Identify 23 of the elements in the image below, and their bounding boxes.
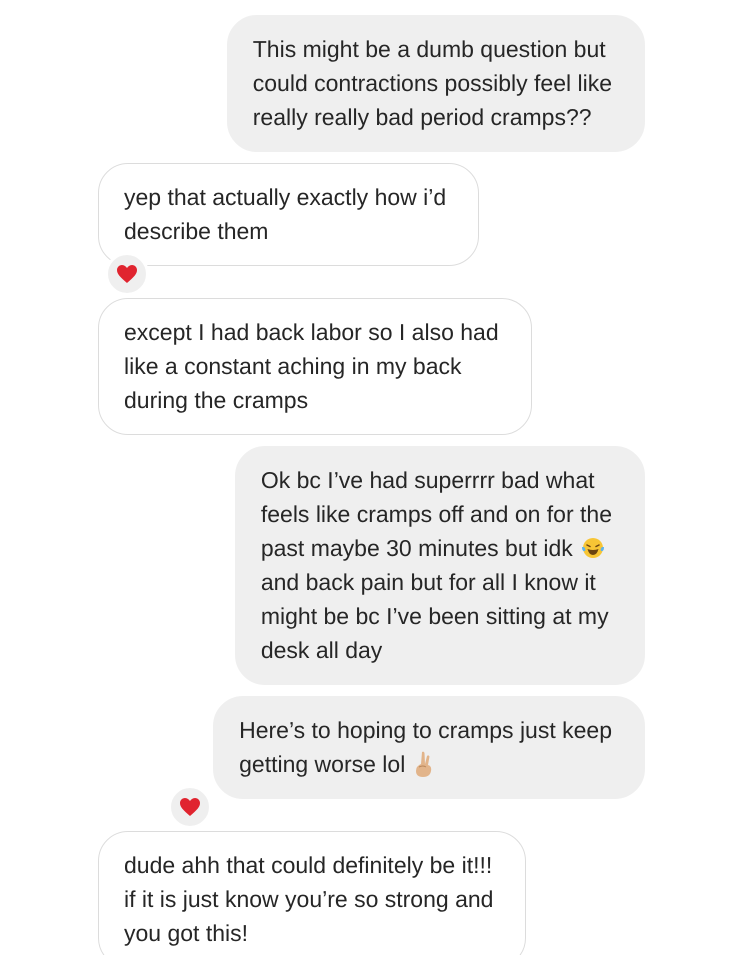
- message-text: might be bc I’ve been sitting at my: [260, 602, 609, 631]
- message-text: This might be a dumb question but: [252, 35, 606, 64]
- heart-icon: [179, 797, 201, 817]
- message-text: during the cramps: [124, 386, 308, 415]
- message-text: could contractions possibly feel like: [252, 69, 612, 98]
- laughing-face-icon: [580, 536, 605, 560]
- message-text: Here’s to hoping to cramps just keep: [239, 716, 612, 745]
- crossed-fingers-icon: [413, 750, 434, 778]
- message-text: if it is just know you’re so strong and: [124, 885, 494, 914]
- message-text: you got this!: [124, 919, 248, 948]
- message-text: Ok bc I’ve had superrrr bad what: [260, 466, 595, 495]
- message-text: really really bad period cramps??: [252, 103, 592, 132]
- message-text: and back pain but for all I know it: [260, 568, 596, 597]
- message-text: desk all day: [260, 636, 382, 665]
- message-text: getting worse lol: [239, 750, 406, 779]
- message-text: describe them: [124, 217, 268, 246]
- message-text: yep that actually exactly how i’d: [124, 183, 446, 212]
- message-text: like a constant aching in my back: [124, 352, 462, 381]
- heart-icon: [116, 264, 138, 284]
- message-text: except I had back labor so I also had: [124, 318, 499, 347]
- message-text: dude ahh that could definitely be it!!!: [124, 851, 492, 880]
- message-text: feels like cramps off and on for the: [260, 500, 612, 529]
- message-text: past maybe 30 minutes but idk: [260, 534, 573, 563]
